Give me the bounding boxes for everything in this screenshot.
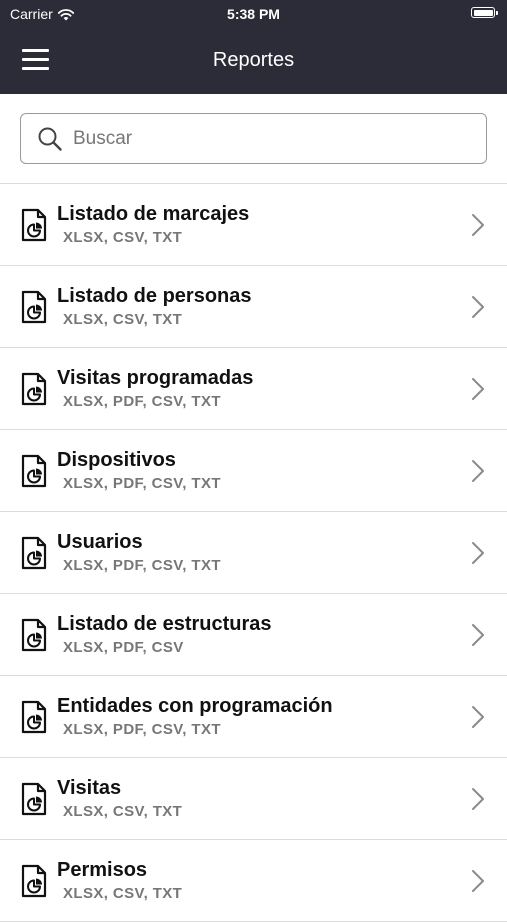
battery-icon (471, 7, 498, 18)
report-document-icon (21, 536, 47, 570)
report-formats: XLSX, PDF, CSV, TXT (63, 475, 221, 492)
report-title: Usuarios (57, 531, 143, 553)
report-document-icon (21, 618, 47, 652)
search-input[interactable] (71, 126, 455, 151)
chevron-right-icon (472, 214, 484, 236)
report-formats: XLSX, CSV, TXT (63, 311, 183, 328)
chevron-right-icon (472, 296, 484, 318)
search-icon (38, 127, 62, 151)
report-list-item[interactable]: Listado de marcajes XLSX, CSV, TXT (0, 184, 507, 266)
search-bar[interactable] (20, 113, 487, 164)
report-list-item[interactable]: Dispositivos XLSX, PDF, CSV, TXT (0, 430, 507, 512)
report-list-item[interactable]: Listado de personas XLSX, CSV, TXT (0, 266, 507, 348)
report-formats: XLSX, CSV, TXT (63, 229, 183, 246)
chevron-right-icon (472, 542, 484, 564)
report-title: Visitas programadas (57, 367, 254, 389)
report-formats: XLSX, PDF, CSV, TXT (63, 393, 221, 410)
report-document-icon (21, 454, 47, 488)
chevron-right-icon (472, 378, 484, 400)
chevron-right-icon (472, 624, 484, 646)
report-title: Listado de personas (57, 285, 252, 307)
report-title: Permisos (57, 859, 148, 881)
chevron-right-icon (472, 460, 484, 482)
chevron-right-icon (472, 870, 484, 892)
report-formats: XLSX, PDF, CSV, TXT (63, 721, 221, 738)
report-document-icon (21, 782, 47, 816)
report-title: Listado de estructuras (57, 613, 272, 635)
report-document-icon (21, 208, 47, 242)
report-formats: XLSX, PDF, CSV (63, 639, 184, 656)
report-list-item[interactable]: Permisos XLSX, CSV, TXT (0, 840, 507, 922)
status-time: 5:38 PM (227, 6, 280, 22)
page-title: Reportes (212, 49, 295, 71)
report-formats: XLSX, CSV, TXT (63, 803, 183, 820)
status-bar: Carrier 5:38 PM (0, 0, 507, 28)
report-document-icon (21, 372, 47, 406)
report-formats: XLSX, CSV, TXT (63, 885, 183, 902)
chevron-right-icon (472, 788, 484, 810)
report-list-item[interactable]: Listado de estructuras XLSX, PDF, CSV (0, 594, 507, 676)
chevron-right-icon (472, 706, 484, 728)
report-title: Entidades con programación (57, 695, 333, 717)
navigation-header: Carrier 5:38 PM Reportes (0, 0, 507, 94)
report-list-item[interactable]: Visitas XLSX, CSV, TXT (0, 758, 507, 840)
report-document-icon (21, 290, 47, 324)
report-list-item[interactable]: Visitas programadas XLSX, PDF, CSV, TXT (0, 348, 507, 430)
report-list: Listado de marcajes XLSX, CSV, TXT Lista… (0, 183, 507, 922)
report-title: Visitas (57, 777, 122, 799)
report-document-icon (21, 864, 47, 898)
report-formats: XLSX, PDF, CSV, TXT (63, 557, 221, 574)
report-title: Listado de marcajes (57, 203, 250, 225)
report-document-icon (21, 700, 47, 734)
report-list-item[interactable]: Entidades con programación XLSX, PDF, CS… (0, 676, 507, 758)
report-title: Dispositivos (57, 449, 176, 471)
report-list-item[interactable]: Usuarios XLSX, PDF, CSV, TXT (0, 512, 507, 594)
